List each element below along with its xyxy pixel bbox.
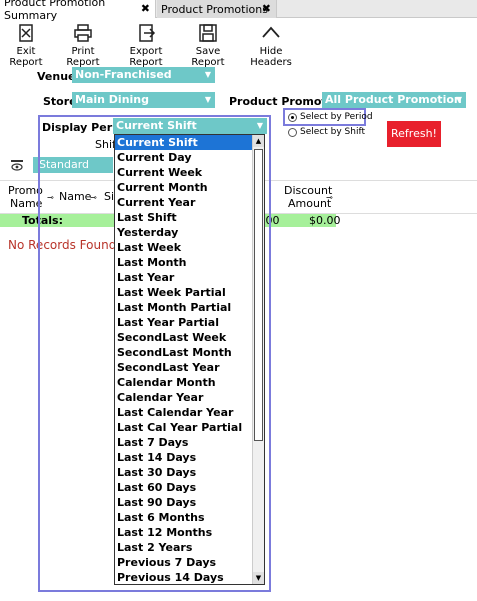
toolbar: Exit Report Print Report Export Report S… [0,19,477,68]
eye-icon[interactable] [10,159,24,171]
radio-selected-icon [288,112,297,122]
dropdown-option[interactable]: Last Year [115,270,252,285]
exit-icon [19,24,33,42]
totals-discount: $0.00 [309,214,341,227]
printer-icon [74,24,92,42]
print-report-label: Print Report [66,46,100,68]
promotion-value: All Product Promotion [325,93,462,106]
chevron-down-icon: ▼ [204,95,211,104]
dropdown-option[interactable]: Current Month [115,180,252,195]
dropdown-option[interactable]: SecondLast Week [115,330,252,345]
dropdown-option[interactable]: Last Month [115,255,252,270]
tab-label: Product Promotions [161,2,268,16]
chevron-up-icon [262,26,280,38]
dropdown-option[interactable]: SecondLast Year [115,360,252,375]
dropdown-option[interactable]: Last 2 Years [115,540,252,555]
save-report-button[interactable]: Save Report [183,23,233,68]
dropdown-option[interactable]: Last Calendar Year [115,405,252,420]
exit-report-button[interactable]: Exit Report [4,23,48,68]
store-value: Main Dining [75,93,150,106]
close-icon[interactable]: ✖ [141,2,150,15]
dropdown-option[interactable]: Last 7 Days [115,435,252,450]
refresh-button[interactable]: Refresh! [387,121,441,147]
scroll-up-icon[interactable]: ▲ [253,135,264,147]
dropdown-option[interactable]: Current Day [115,150,252,165]
venue-select[interactable]: Non-Franchised ▼ [72,67,215,83]
dropdown-items: Current Shift Current Day Current Week Curr… [115,135,264,584]
dropdown-option[interactable]: Last 14 Days [115,450,252,465]
hide-headers-button[interactable]: Hide Headers [243,23,299,68]
dropdown-option[interactable]: Last Month Partial [115,300,252,315]
dropdown-option[interactable]: Last Shift [115,210,252,225]
dropdown-option[interactable]: Yesterday [115,225,252,240]
venue-value: Non-Franchised [75,68,172,81]
select-by-shift-label: Select by Shift [300,127,365,137]
print-report-button[interactable]: Print Report [58,23,108,68]
pin-icon[interactable]: ⊸ [326,193,333,202]
scrollbar-thumb[interactable] [254,149,263,441]
select-by-period-radio[interactable]: Select by Period [288,112,373,122]
dropdown-option[interactable]: Last Year Partial [115,315,252,330]
save-icon [199,24,217,42]
select-by-period-label: Select by Period [300,112,373,122]
scroll-down-icon[interactable]: ▼ [253,572,264,584]
promotion-select[interactable]: All Product Promotion ▼ [322,92,466,108]
dropdown-option[interactable]: Last 60 Days [115,480,252,495]
chevron-down-icon: ▼ [455,95,462,104]
hide-headers-label: Hide Headers [250,46,292,68]
radio-icon [288,127,297,137]
tab-product-promotions[interactable]: Product Promotions ✖ [157,0,277,18]
chevron-down-icon: ▼ [204,70,211,79]
dropdown-option[interactable]: Calendar Year [115,390,252,405]
dropdown-option[interactable]: Last Cal Year Partial [115,420,252,435]
dropdown-option[interactable]: SecondLast Month [115,345,252,360]
dropdown-option[interactable]: Last 6 Months [115,510,252,525]
exit-report-label: Exit Report [9,46,43,68]
dropdown-scrollbar[interactable]: ▲ ▼ [252,135,264,584]
dropdown-option[interactable]: Last 90 Days [115,495,252,510]
dropdown-option[interactable]: Last 30 Days [115,465,252,480]
export-report-button[interactable]: Export Report [118,23,174,68]
dropdown-option[interactable]: Current Year [115,195,252,210]
dropdown-option[interactable]: Previous 14 Days [115,570,252,584]
store-select[interactable]: Main Dining ▼ [72,92,215,108]
export-report-label: Export Report [129,46,163,68]
dropdown-option[interactable]: Previous 7 Days [115,555,252,570]
dropdown-option[interactable]: Last Week Partial [115,285,252,300]
dropdown-option[interactable]: Calendar Month [115,375,252,390]
export-icon [139,24,156,42]
dropdown-option[interactable]: Current Week [115,165,252,180]
close-icon[interactable]: ✖ [262,2,271,15]
tab-product-promotion-summary[interactable]: Product Promotion Summary ✖ [0,0,156,22]
save-report-label: Save Report [191,46,225,68]
display-period-dropdown[interactable]: Current Shift Current Day Current Week Curr… [114,134,265,585]
dropdown-option[interactable]: Last 12 Months [115,525,252,540]
dropdown-option[interactable]: Last Week [115,240,252,255]
select-by-shift-radio[interactable]: Select by Shift [288,127,365,137]
dropdown-option[interactable]: Current Shift [115,135,252,150]
tab-bar: Product Promotion Summary ✖ Product Prom… [0,0,477,22]
